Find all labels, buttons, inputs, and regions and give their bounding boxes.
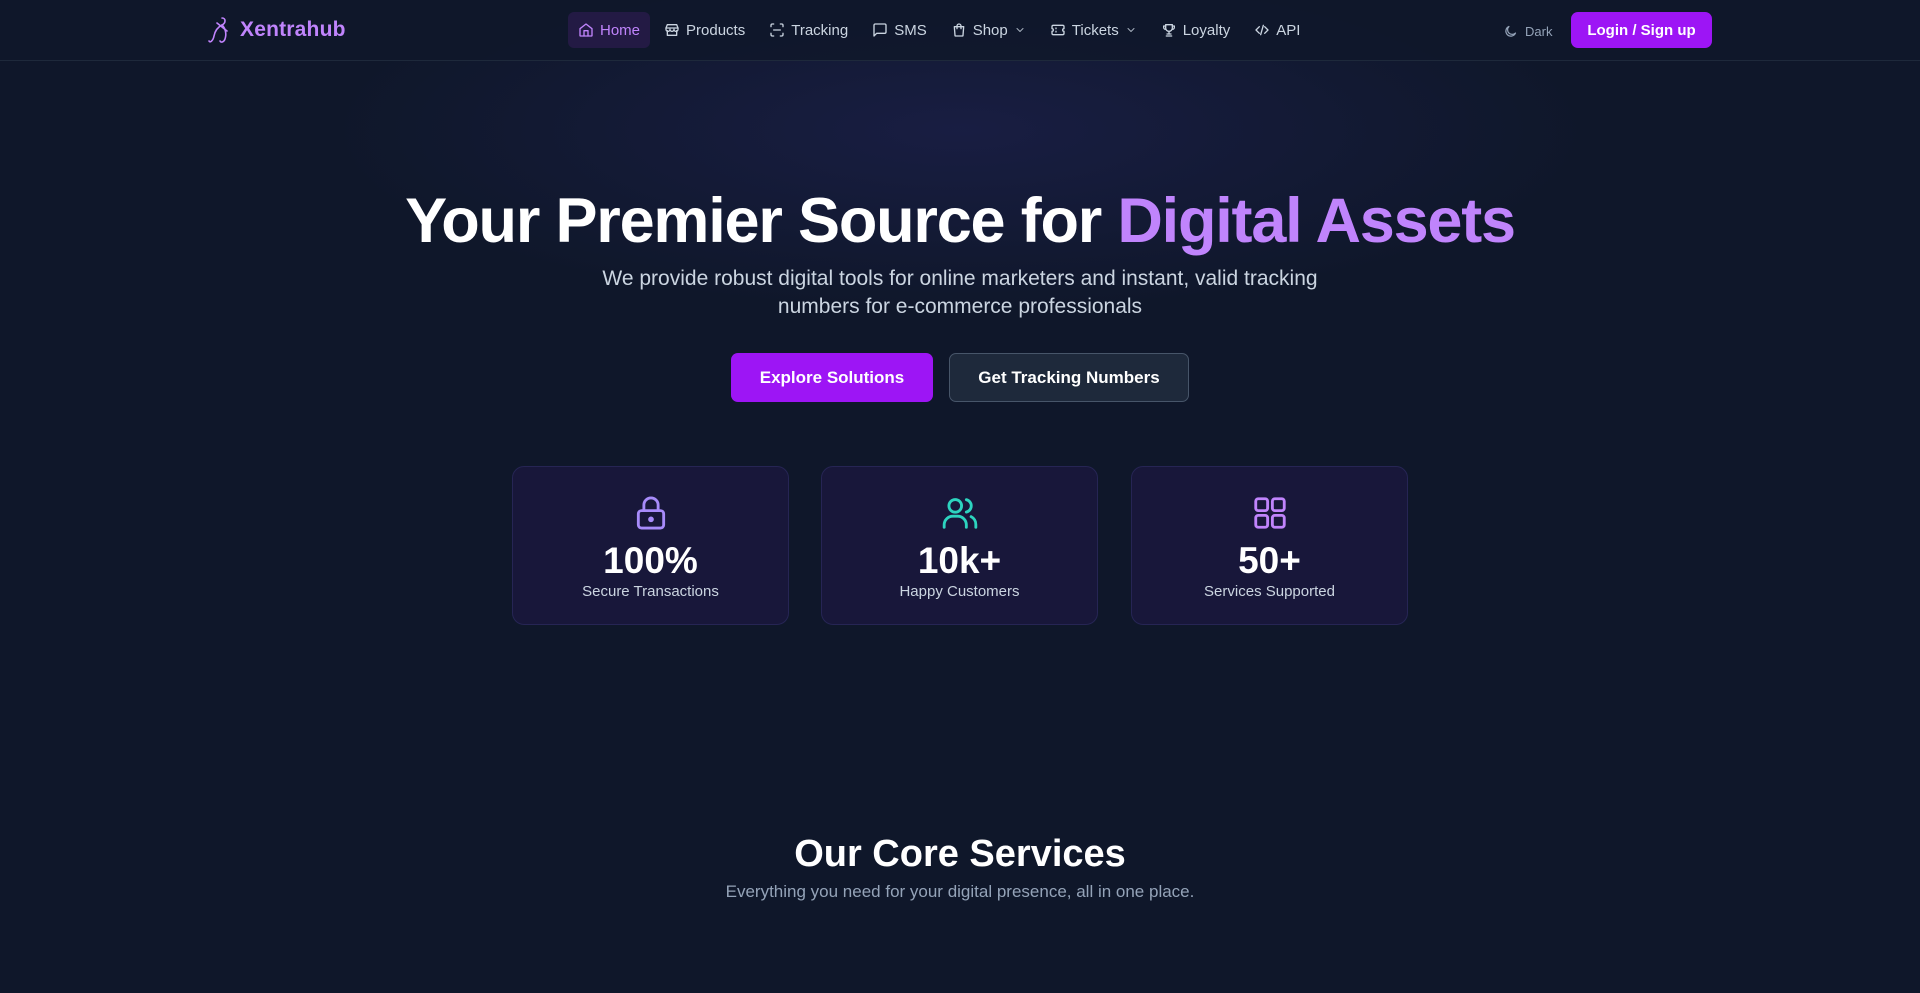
- nav-item-label: Products: [686, 21, 746, 39]
- logo-icon: [208, 17, 228, 43]
- login-signup-button[interactable]: Login / Sign up: [1571, 12, 1712, 48]
- nav-item-label: Tracking: [791, 21, 849, 39]
- theme-toggle[interactable]: Dark: [1503, 20, 1552, 42]
- services-title: Our Core Services: [794, 833, 1126, 875]
- ticket-icon: [1051, 24, 1065, 36]
- users-icon: [942, 498, 977, 529]
- theme-toggle-label: Dark: [1525, 23, 1553, 39]
- store-icon: [665, 24, 679, 36]
- brand-name: Xentrahub: [240, 18, 346, 41]
- scan-icon: [770, 23, 784, 37]
- nav-item-tracking[interactable]: Tracking: [759, 12, 858, 48]
- hero-title: Your Premier Source for Digital Assets: [0, 184, 1920, 258]
- nav-item-shop[interactable]: Shop: [941, 12, 1036, 48]
- code-icon: [1255, 24, 1269, 36]
- stat-card-customers: 10k+ Happy Customers: [821, 466, 1098, 625]
- brand-logo-link[interactable]: Xentrahub: [206, 14, 346, 46]
- nav-item-products[interactable]: Products: [654, 12, 755, 48]
- nav-item-label: Home: [600, 21, 641, 39]
- stat-card-services: 50+ Services Supported: [1131, 466, 1408, 625]
- nav-item-sms[interactable]: SMS: [862, 12, 937, 48]
- hero-title-accent: Digital Assets: [1117, 186, 1516, 256]
- stat-card-secure: 100% Secure Transactions: [512, 466, 789, 625]
- hero-subtitle: We provide robust digital tools for onli…: [602, 267, 1318, 318]
- message-icon: [873, 23, 887, 37]
- trophy-icon: [1162, 24, 1175, 37]
- stat-value: 10k+: [917, 540, 1002, 581]
- moon-icon: [1505, 25, 1517, 37]
- nav-item-home[interactable]: Home: [568, 12, 651, 48]
- get-tracking-numbers-button[interactable]: Get Tracking Numbers: [949, 353, 1189, 402]
- stat-label: Secure Transactions: [582, 583, 719, 600]
- lock-icon: [636, 496, 665, 530]
- explore-solutions-button[interactable]: Explore Solutions: [731, 353, 933, 402]
- top-navbar: Xentrahub Home Products Tracking SMS Sho…: [0, 0, 1920, 61]
- shopping-bag-icon: [953, 23, 965, 37]
- services-subtitle: Everything you need for your digital pre…: [725, 882, 1195, 901]
- nav-item-label: SMS: [894, 21, 927, 39]
- nav-item-tickets[interactable]: Tickets: [1040, 12, 1147, 48]
- stat-label: Happy Customers: [899, 583, 1020, 600]
- hero-title-main: Your Premier Source for: [405, 186, 1118, 256]
- nav-item-label: API: [1276, 21, 1301, 39]
- home-icon: [579, 23, 593, 37]
- nav-item-api[interactable]: API: [1244, 12, 1310, 48]
- grid-icon: [1253, 497, 1286, 529]
- nav-item-label: Loyalty: [1182, 21, 1231, 39]
- nav-item-label: Shop: [972, 21, 1008, 39]
- main-nav: Home Products Tracking SMS Shop Tickets …: [568, 12, 1310, 48]
- stat-value: 50+: [1238, 540, 1301, 581]
- stat-label: Services Supported: [1204, 583, 1335, 600]
- chevron-down-icon: [1016, 28, 1024, 32]
- chevron-down-icon: [1127, 28, 1135, 32]
- nav-item-loyalty[interactable]: Loyalty: [1151, 12, 1241, 48]
- stat-value: 100%: [603, 540, 698, 581]
- nav-item-label: Tickets: [1071, 21, 1119, 39]
